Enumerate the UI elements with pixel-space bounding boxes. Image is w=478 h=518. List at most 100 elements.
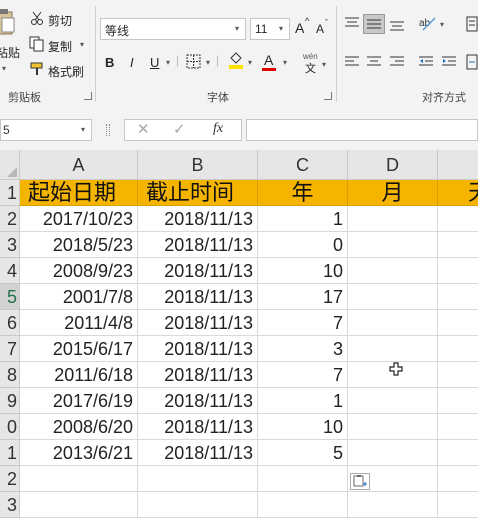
years-cell[interactable]: 7 — [258, 362, 348, 388]
cut-icon[interactable] — [30, 11, 44, 30]
font-color-button[interactable]: A — [264, 52, 273, 68]
underline-dropdown-arrow[interactable]: ▾ — [166, 58, 170, 67]
wrap-text-icon[interactable] — [466, 16, 478, 37]
column-header-b[interactable]: B — [138, 150, 258, 180]
end-date-cell[interactable]: 2018/11/13 — [138, 258, 258, 284]
row-header[interactable]: 4 — [0, 258, 20, 284]
font-name-dropdown[interactable]: 等线 ▾ — [100, 18, 246, 40]
merge-center-icon[interactable] — [466, 54, 478, 75]
months-cell[interactable] — [348, 388, 438, 414]
years-cell[interactable]: 3 — [258, 336, 348, 362]
years-cell[interactable]: 17 — [258, 284, 348, 310]
paste-icon[interactable] — [0, 8, 16, 36]
font-name-arrow[interactable]: ▾ — [235, 24, 239, 33]
cell[interactable] — [138, 492, 258, 518]
days-cell[interactable] — [438, 414, 478, 440]
cell[interactable] — [258, 492, 348, 518]
copy-icon[interactable] — [29, 36, 45, 57]
decrease-indent-icon[interactable] — [418, 55, 434, 74]
bold-button[interactable]: B — [105, 55, 114, 70]
years-cell[interactable]: 1 — [258, 206, 348, 232]
start-date-cell[interactable]: 2017/6/19 — [20, 388, 138, 414]
insert-function-button[interactable]: fx — [213, 121, 223, 137]
align-right-icon[interactable] — [389, 55, 405, 74]
cell[interactable] — [20, 492, 138, 518]
end-date-cell[interactable]: 2018/11/13 — [138, 336, 258, 362]
borders-icon[interactable] — [186, 54, 201, 74]
months-cell[interactable] — [348, 258, 438, 284]
format-painter-icon[interactable] — [29, 61, 45, 82]
align-bottom-icon[interactable] — [389, 18, 405, 37]
start-date-cell[interactable]: 2015/6/17 — [20, 336, 138, 362]
start-date-cell[interactable]: 2017/10/23 — [20, 206, 138, 232]
italic-button[interactable]: I — [130, 55, 134, 70]
row-header[interactable]: 8 — [0, 362, 20, 388]
cut-button[interactable]: 剪切 — [48, 12, 72, 29]
cell[interactable] — [138, 466, 258, 492]
months-cell[interactable] — [348, 336, 438, 362]
increase-font-size-button[interactable]: A — [295, 20, 304, 36]
select-all-button[interactable] — [0, 150, 20, 180]
row-header[interactable]: 2 — [0, 466, 20, 492]
end-date-cell[interactable]: 2018/11/13 — [138, 388, 258, 414]
start-date-cell[interactable]: 2001/7/8 — [20, 284, 138, 310]
years-cell[interactable]: 1 — [258, 388, 348, 414]
cell[interactable] — [348, 492, 438, 518]
years-cell[interactable]: 0 — [258, 232, 348, 258]
cell[interactable] — [438, 466, 478, 492]
align-left-icon[interactable] — [344, 55, 360, 74]
row-header[interactable]: 0 — [0, 414, 20, 440]
phonetic-guide-button[interactable]: 文 — [305, 60, 316, 76]
format-painter-button[interactable]: 格式刷 — [48, 63, 84, 80]
days-cell[interactable] — [438, 388, 478, 414]
end-date-cell[interactable]: 2018/11/13 — [138, 206, 258, 232]
borders-dropdown-arrow[interactable]: ▾ — [206, 58, 210, 67]
decrease-font-size-button[interactable]: A — [316, 22, 324, 36]
start-date-cell[interactable]: 2008/9/23 — [20, 258, 138, 284]
years-cell[interactable]: 10 — [258, 414, 348, 440]
clipboard-dialog-launcher[interactable] — [84, 92, 92, 100]
phonetic-dropdown-arrow[interactable]: ▾ — [322, 60, 326, 69]
header-cell-b[interactable]: 截止时间 — [138, 180, 258, 206]
formula-bar-handle[interactable] — [106, 124, 110, 136]
paste-options-button[interactable] — [350, 473, 370, 490]
column-header-d[interactable]: D — [348, 150, 438, 180]
increase-indent-icon[interactable] — [441, 55, 457, 74]
end-date-cell[interactable]: 2018/11/13 — [138, 362, 258, 388]
row-header[interactable]: 3 — [0, 232, 20, 258]
months-cell[interactable] — [348, 284, 438, 310]
underline-button[interactable]: U — [150, 55, 159, 70]
row-header[interactable]: 1 — [0, 440, 20, 466]
column-header-e[interactable] — [438, 150, 478, 180]
cancel-icon[interactable]: ✕ — [137, 120, 150, 138]
align-middle-icon[interactable] — [363, 14, 385, 34]
font-size-dropdown[interactable]: 11 ▾ — [250, 18, 290, 40]
row-header[interactable]: 5 — [0, 284, 20, 310]
name-box-dropdown-arrow[interactable]: ▾ — [81, 120, 85, 140]
font-dialog-launcher[interactable] — [324, 92, 332, 100]
end-date-cell[interactable]: 2018/11/13 — [138, 414, 258, 440]
days-cell[interactable] — [438, 440, 478, 466]
copy-dropdown-arrow[interactable]: ▾ — [80, 40, 84, 49]
header-cell-c[interactable]: 年 — [258, 180, 348, 206]
row-header[interactable]: 3 — [0, 492, 20, 518]
fill-color-icon[interactable] — [228, 52, 244, 75]
days-cell[interactable] — [438, 336, 478, 362]
enter-icon[interactable]: ✓ — [173, 120, 186, 138]
months-cell[interactable] — [348, 206, 438, 232]
copy-button[interactable]: 复制 — [48, 38, 72, 55]
cell[interactable] — [258, 466, 348, 492]
years-cell[interactable]: 10 — [258, 258, 348, 284]
name-box[interactable]: 5 ▾ — [0, 119, 92, 141]
orientation-dropdown-arrow[interactable]: ▾ — [440, 20, 444, 29]
row-header[interactable]: 1 — [0, 180, 20, 206]
days-cell[interactable] — [438, 284, 478, 310]
row-header[interactable]: 2 — [0, 206, 20, 232]
start-date-cell[interactable]: 2018/5/23 — [20, 232, 138, 258]
days-cell[interactable] — [438, 206, 478, 232]
days-cell[interactable] — [438, 258, 478, 284]
days-cell[interactable] — [438, 362, 478, 388]
start-date-cell[interactable]: 2008/6/20 — [20, 414, 138, 440]
orientation-icon[interactable]: ab — [418, 14, 438, 37]
months-cell[interactable] — [348, 310, 438, 336]
